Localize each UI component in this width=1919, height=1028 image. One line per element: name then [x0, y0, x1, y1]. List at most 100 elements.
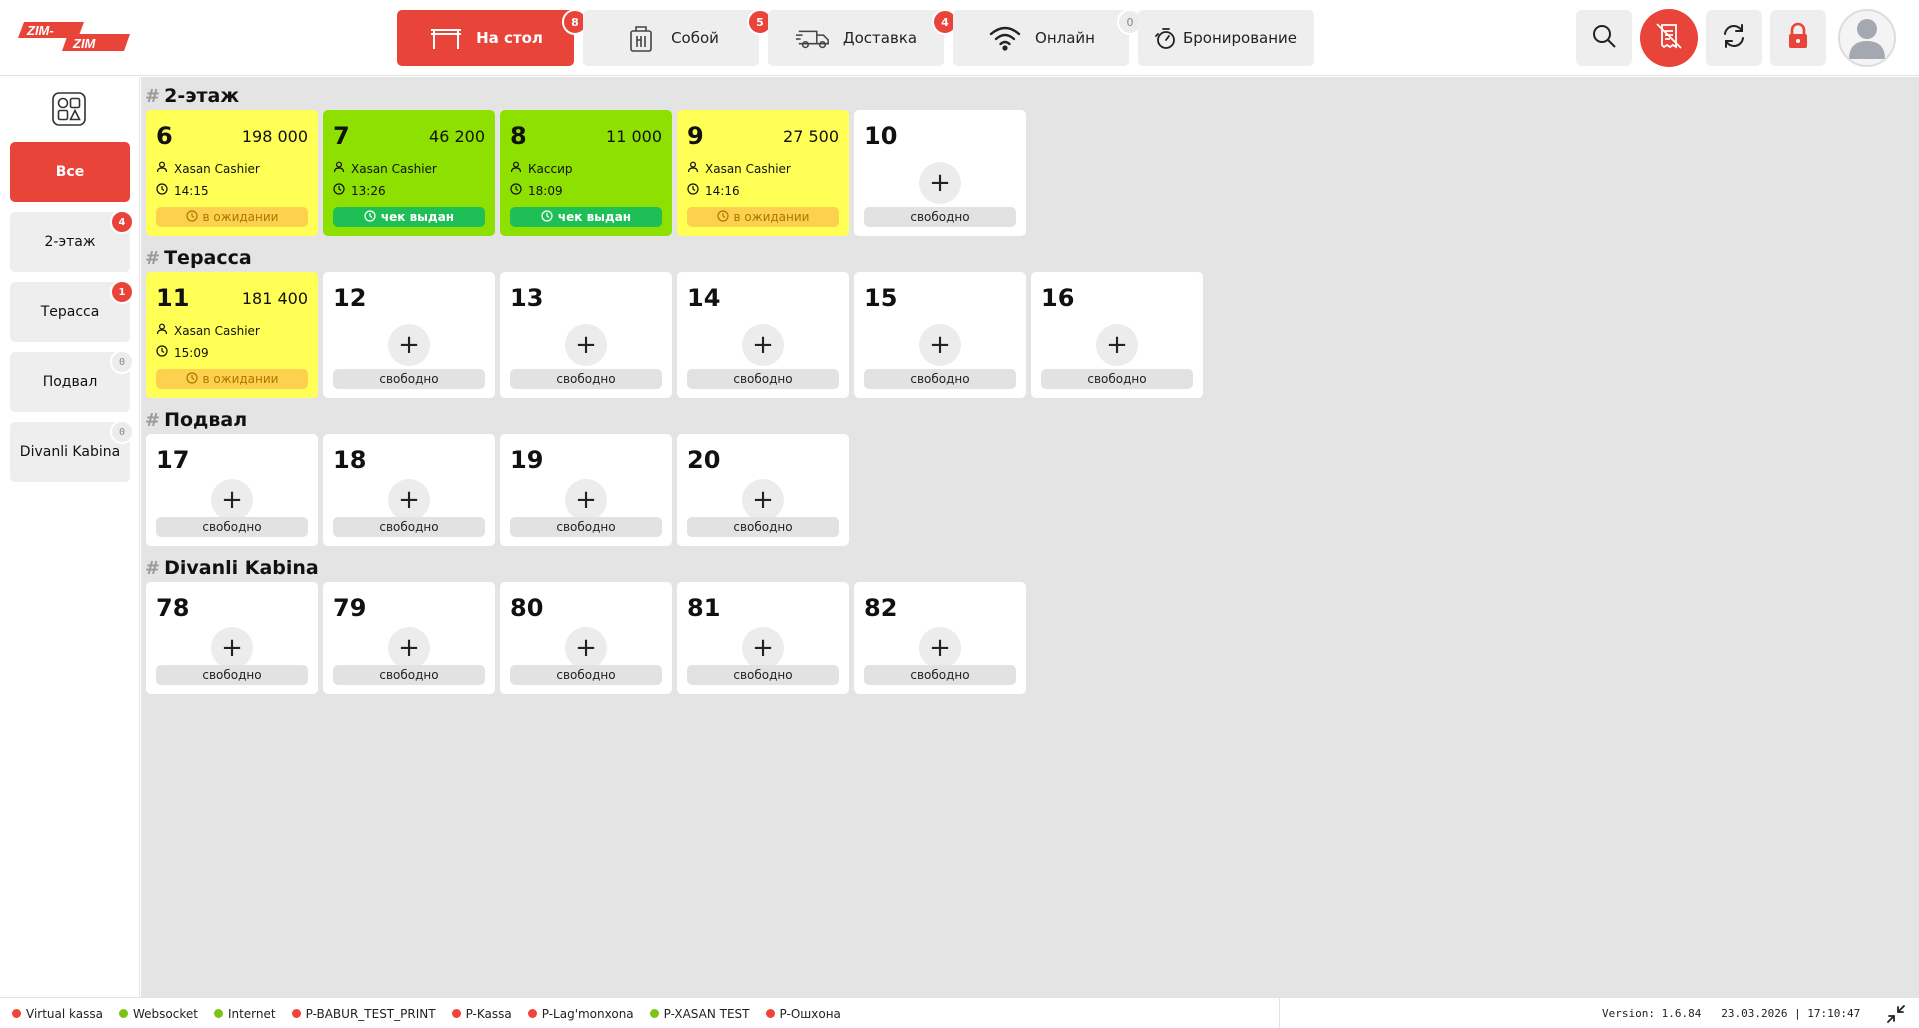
add-order-icon[interactable]: +	[211, 627, 253, 669]
hall-filter-2-floor[interactable]: 2-этаж 4	[10, 210, 134, 272]
service-name: Websocket	[132, 1006, 198, 1021]
order-amount: 11 000	[606, 127, 662, 146]
hall-filter-label: Все	[55, 164, 85, 180]
table-number: 17	[156, 446, 190, 474]
hash-icon: #	[145, 85, 161, 107]
table-number: 82	[864, 594, 898, 622]
table-number: 18	[333, 446, 367, 474]
table-number: 19	[510, 446, 544, 474]
table-card[interactable]: 19 + свободно	[500, 434, 672, 546]
lock-icon	[1786, 22, 1810, 54]
halls-grid-icon[interactable]	[52, 92, 86, 126]
add-order-icon[interactable]: +	[211, 479, 253, 521]
add-order-icon[interactable]: +	[388, 627, 430, 669]
hall-filter-label: Divanli Kabina	[19, 444, 121, 460]
tables-area: #2-этаж 6 198 000 Xasan Cashier 14:15 в ожида…	[141, 77, 1919, 997]
zim-zim-logo[interactable]: ZIM- ZIM	[18, 18, 133, 54]
table-card[interactable]: 12 + свободно	[323, 272, 495, 398]
tab-booking[interactable]: Бронирование	[1138, 10, 1314, 66]
refresh-button[interactable]	[1706, 10, 1762, 66]
add-order-icon[interactable]: +	[742, 479, 784, 521]
waiter-name: Xasan Cashier	[351, 161, 437, 176]
service-name: P-Ошхона	[779, 1006, 841, 1021]
tab-label: На стол	[476, 29, 543, 47]
add-order-icon[interactable]: +	[1096, 324, 1138, 366]
table-card[interactable]: 79 + свободно	[323, 582, 495, 694]
table-card[interactable]: 10 + свободно	[854, 110, 1026, 236]
service-status-item: P-Lag'monxona	[527, 1007, 634, 1021]
tab-label: Собой	[671, 29, 719, 47]
add-order-icon[interactable]: +	[565, 324, 607, 366]
service-name: P-Kassa	[465, 1006, 512, 1021]
table-number: 13	[510, 284, 544, 312]
table-card[interactable]: 13 + свободно	[500, 272, 672, 398]
user-avatar[interactable]	[1838, 9, 1896, 67]
add-order-icon[interactable]: +	[565, 479, 607, 521]
search-button[interactable]	[1576, 10, 1632, 66]
hall-filter-all[interactable]: Все	[10, 142, 130, 202]
add-order-icon[interactable]: +	[919, 162, 961, 204]
tab-delivery[interactable]: Доставка 4	[768, 9, 958, 66]
status-dot-icon	[213, 1009, 223, 1018]
table-card[interactable]: 17 + свободно	[146, 434, 318, 546]
table-status: свободно	[687, 369, 839, 389]
table-status-text: чек выдан	[380, 210, 455, 224]
table-card[interactable]: 80 + свободно	[500, 582, 672, 694]
table-status: свободно	[510, 369, 662, 389]
top-bar: ZIM- ZIM На стол 8 Собой 5 Доставка 4 Он…	[0, 0, 1919, 76]
add-order-icon[interactable]: +	[742, 627, 784, 669]
add-order-icon[interactable]: +	[388, 324, 430, 366]
table-card[interactable]: 18 + свободно	[323, 434, 495, 546]
table-card[interactable]: 11 181 400 Xasan Cashier 15:09 в ожидании	[146, 272, 318, 398]
header-actions	[1576, 9, 1896, 67]
service-status-list: Virtual kassa Websocket Internet P-BABUR_TE…	[0, 998, 1280, 1028]
table-number: 78	[156, 594, 190, 622]
add-order-icon[interactable]: +	[919, 627, 961, 669]
table-card[interactable]: 78 + свободно	[146, 582, 318, 694]
table-status: свободно	[333, 517, 485, 537]
table-status-text: в ожидании	[733, 210, 810, 224]
tab-online[interactable]: Онлайн 0	[953, 9, 1143, 66]
status-dot-icon	[451, 1009, 461, 1018]
table-card[interactable]: 16 + свободно	[1031, 272, 1203, 398]
service-status-item: P-XASAN TEST	[649, 1007, 750, 1021]
table-status: свободно	[156, 517, 308, 537]
table-card[interactable]: 15 + свободно	[854, 272, 1026, 398]
table-card[interactable]: 9 27 500 Xasan Cashier 14:16 в ожидании	[677, 110, 849, 236]
tab-takeaway[interactable]: Собой 5	[583, 9, 773, 66]
add-order-icon[interactable]: +	[742, 324, 784, 366]
service-name: Virtual kassa	[26, 1006, 103, 1021]
tab-label: Онлайн	[1035, 29, 1095, 47]
add-order-icon[interactable]: +	[919, 324, 961, 366]
hall-count-badge: 0	[110, 350, 134, 374]
hall-filter-basement[interactable]: Подвал 0	[10, 350, 134, 412]
table-card[interactable]: 82 + свободно	[854, 582, 1026, 694]
table-status: в ожидании	[687, 207, 839, 227]
table-cards: 6 198 000 Xasan Cashier 14:15 в ожидании 7 46 …	[146, 110, 1026, 236]
service-status-item: Websocket	[118, 1006, 198, 1021]
version-text: Version: 1.6.84	[1602, 1007, 1702, 1020]
collapse-icon[interactable]	[1886, 1004, 1906, 1024]
add-order-icon[interactable]: +	[565, 627, 607, 669]
hall-filter-divanli-kabina[interactable]: Divanli Kabina 0	[10, 420, 134, 482]
table-status: свободно	[864, 369, 1016, 389]
hall-filter-terrace[interactable]: Терасса 1	[10, 280, 134, 342]
table-card[interactable]: 14 + свободно	[677, 272, 849, 398]
table-card[interactable]: 8 11 000 Кассир 18:09 чек выдан	[500, 110, 672, 236]
table-status: свободно	[510, 665, 662, 685]
table-card[interactable]: 7 46 200 Xasan Cashier 13:26 чек выдан	[323, 110, 495, 236]
order-type-tabs: На стол 8 Собой 5 Доставка 4 Онлайн 0 Бр…	[397, 9, 1314, 66]
table-card[interactable]: 6 198 000 Xasan Cashier 14:15 в ожидании	[146, 110, 318, 236]
receipt-off-button[interactable]	[1640, 9, 1698, 67]
user-icon	[156, 161, 168, 176]
svg-text:ZIM: ZIM	[72, 36, 97, 51]
table-number: 16	[1041, 284, 1075, 312]
table-status: свободно	[687, 665, 839, 685]
table-number: 7	[333, 122, 350, 150]
lock-button[interactable]	[1770, 10, 1826, 66]
table-card[interactable]: 81 + свободно	[677, 582, 849, 694]
add-order-icon[interactable]: +	[388, 479, 430, 521]
waiter-row: Xasan Cashier	[333, 161, 437, 176]
tab-table[interactable]: На стол 8	[397, 9, 588, 66]
table-card[interactable]: 20 + свободно	[677, 434, 849, 546]
